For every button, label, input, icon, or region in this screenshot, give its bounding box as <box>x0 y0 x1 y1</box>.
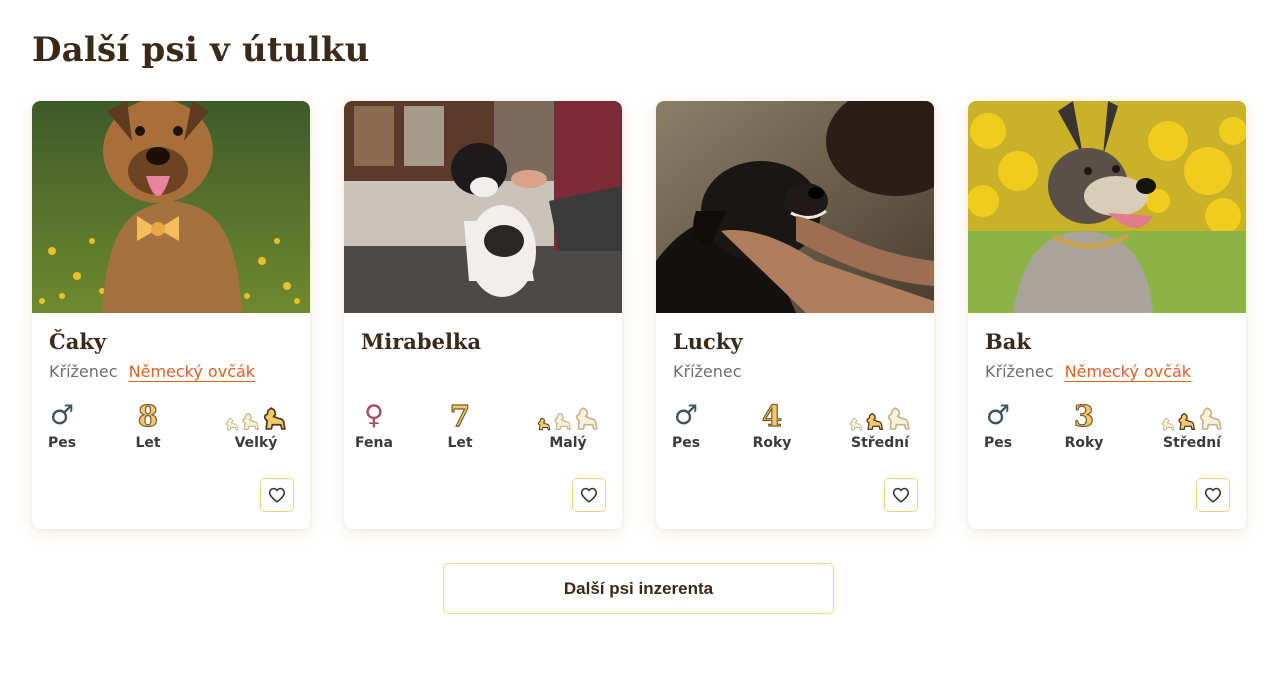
age-stat: 8 Let <box>128 399 168 451</box>
breed-type: Kříženec <box>49 362 118 381</box>
size-stat: Malý <box>528 401 608 451</box>
age-value: 3 <box>1073 399 1095 433</box>
sex-label: Fena <box>355 435 393 451</box>
dog-name[interactable]: Mirabelka <box>361 329 481 354</box>
sex-stat: ♂ Pes <box>978 400 1018 452</box>
age-stat: 3 Roky <box>1064 399 1104 451</box>
size-label: Střední <box>851 435 909 451</box>
dog-card[interactable]: Lucky Kříženec ♂ Pes 4 Roky Střední <box>656 101 934 529</box>
dog-silhouette-icon <box>538 417 551 431</box>
breed-link[interactable]: Německý ovčák <box>1065 362 1191 381</box>
sex-label: Pes <box>671 435 701 451</box>
dog-stats: ♂ Pes 3 Roky Střední <box>968 399 1246 461</box>
breed-type: Kříženec <box>985 362 1054 381</box>
dog-photo[interactable] <box>968 101 1246 313</box>
male-symbol-icon: ♂ <box>49 400 75 431</box>
sex-stat: ♂ Pes <box>666 400 706 452</box>
more-dogs-button[interactable]: Další psi inzerenta <box>443 563 834 614</box>
dog-card[interactable]: Mirabelka ♀ Fena 7 Let Malý <box>344 101 622 529</box>
sex-stat: ♂ Pes <box>42 400 82 452</box>
age-stat: 7 Let <box>440 399 480 451</box>
dog-breed: Kříženec Německý ovčák <box>985 362 1191 381</box>
male-symbol-icon: ♂ <box>985 400 1011 431</box>
dog-photo[interactable] <box>32 101 310 313</box>
dog-silhouette-icon <box>1162 417 1175 431</box>
male-symbol-icon: ♂ <box>673 400 699 431</box>
dog-name[interactable]: Čaky <box>49 329 106 354</box>
section-title: Další psi v útulku <box>32 30 370 70</box>
dog-name[interactable]: Lucky <box>673 329 743 354</box>
sex-label: Pes <box>47 435 77 451</box>
age-value: 8 <box>137 399 159 433</box>
size-label: Velký <box>234 435 278 451</box>
dog-photo[interactable] <box>656 101 934 313</box>
favorite-button[interactable] <box>260 478 294 512</box>
dog-silhouette-icon <box>866 412 884 431</box>
dog-silhouette-icon <box>1199 407 1222 430</box>
size-stat: Střední <box>1152 401 1232 451</box>
favorite-button[interactable] <box>884 478 918 512</box>
dog-stats: ♂ Pes 4 Roky Střední <box>656 399 934 461</box>
age-unit: Roky <box>1064 435 1104 451</box>
size-label: Střední <box>1163 435 1221 451</box>
dog-cards-list: Čaky Kříženec Německý ovčák ♂ Pes 8 Let … <box>32 101 1246 529</box>
age-value: 4 <box>761 399 783 433</box>
dog-photo[interactable] <box>344 101 622 313</box>
size-label: Malý <box>549 435 587 451</box>
size-indicator <box>1152 401 1232 431</box>
dog-silhouette-icon <box>575 407 598 430</box>
size-stat: Střední <box>840 401 920 451</box>
age-value: 7 <box>449 399 471 433</box>
size-stat: Velký <box>216 401 296 451</box>
age-unit: Let <box>447 435 473 451</box>
sex-stat: ♀ Fena <box>354 400 394 452</box>
age-stat: 4 Roky <box>752 399 792 451</box>
dog-name[interactable]: Bak <box>985 329 1031 354</box>
dog-card[interactable]: Čaky Kříženec Německý ovčák ♂ Pes 8 Let … <box>32 101 310 529</box>
heart-outline-icon <box>892 487 910 503</box>
age-unit: Roky <box>752 435 792 451</box>
dog-breed: Kříženec <box>673 362 742 381</box>
dog-silhouette-icon <box>1178 412 1196 431</box>
heart-outline-icon <box>268 487 286 503</box>
age-unit: Let <box>135 435 161 451</box>
female-symbol-icon: ♀ <box>364 400 384 431</box>
size-indicator <box>840 401 920 431</box>
dog-silhouette-icon <box>226 417 239 431</box>
dog-silhouette-icon <box>850 417 863 431</box>
dog-silhouette-icon <box>263 407 286 430</box>
size-indicator <box>216 401 296 431</box>
sex-label: Pes <box>983 435 1013 451</box>
dog-silhouette-icon <box>554 412 572 431</box>
heart-outline-icon <box>580 487 598 503</box>
dog-stats: ♂ Pes 8 Let Velký <box>32 399 310 461</box>
favorite-button[interactable] <box>1196 478 1230 512</box>
dog-breed: Kříženec Německý ovčák <box>49 362 255 381</box>
favorite-button[interactable] <box>572 478 606 512</box>
breed-link[interactable]: Německý ovčák <box>129 362 255 381</box>
dog-card[interactable]: Bak Kříženec Německý ovčák ♂ Pes 3 Roky … <box>968 101 1246 529</box>
breed-type: Kříženec <box>673 362 742 381</box>
dog-stats: ♀ Fena 7 Let Malý <box>344 399 622 461</box>
size-indicator <box>528 401 608 431</box>
dog-silhouette-icon <box>887 407 910 430</box>
dog-silhouette-icon <box>242 412 260 431</box>
heart-outline-icon <box>1204 487 1222 503</box>
